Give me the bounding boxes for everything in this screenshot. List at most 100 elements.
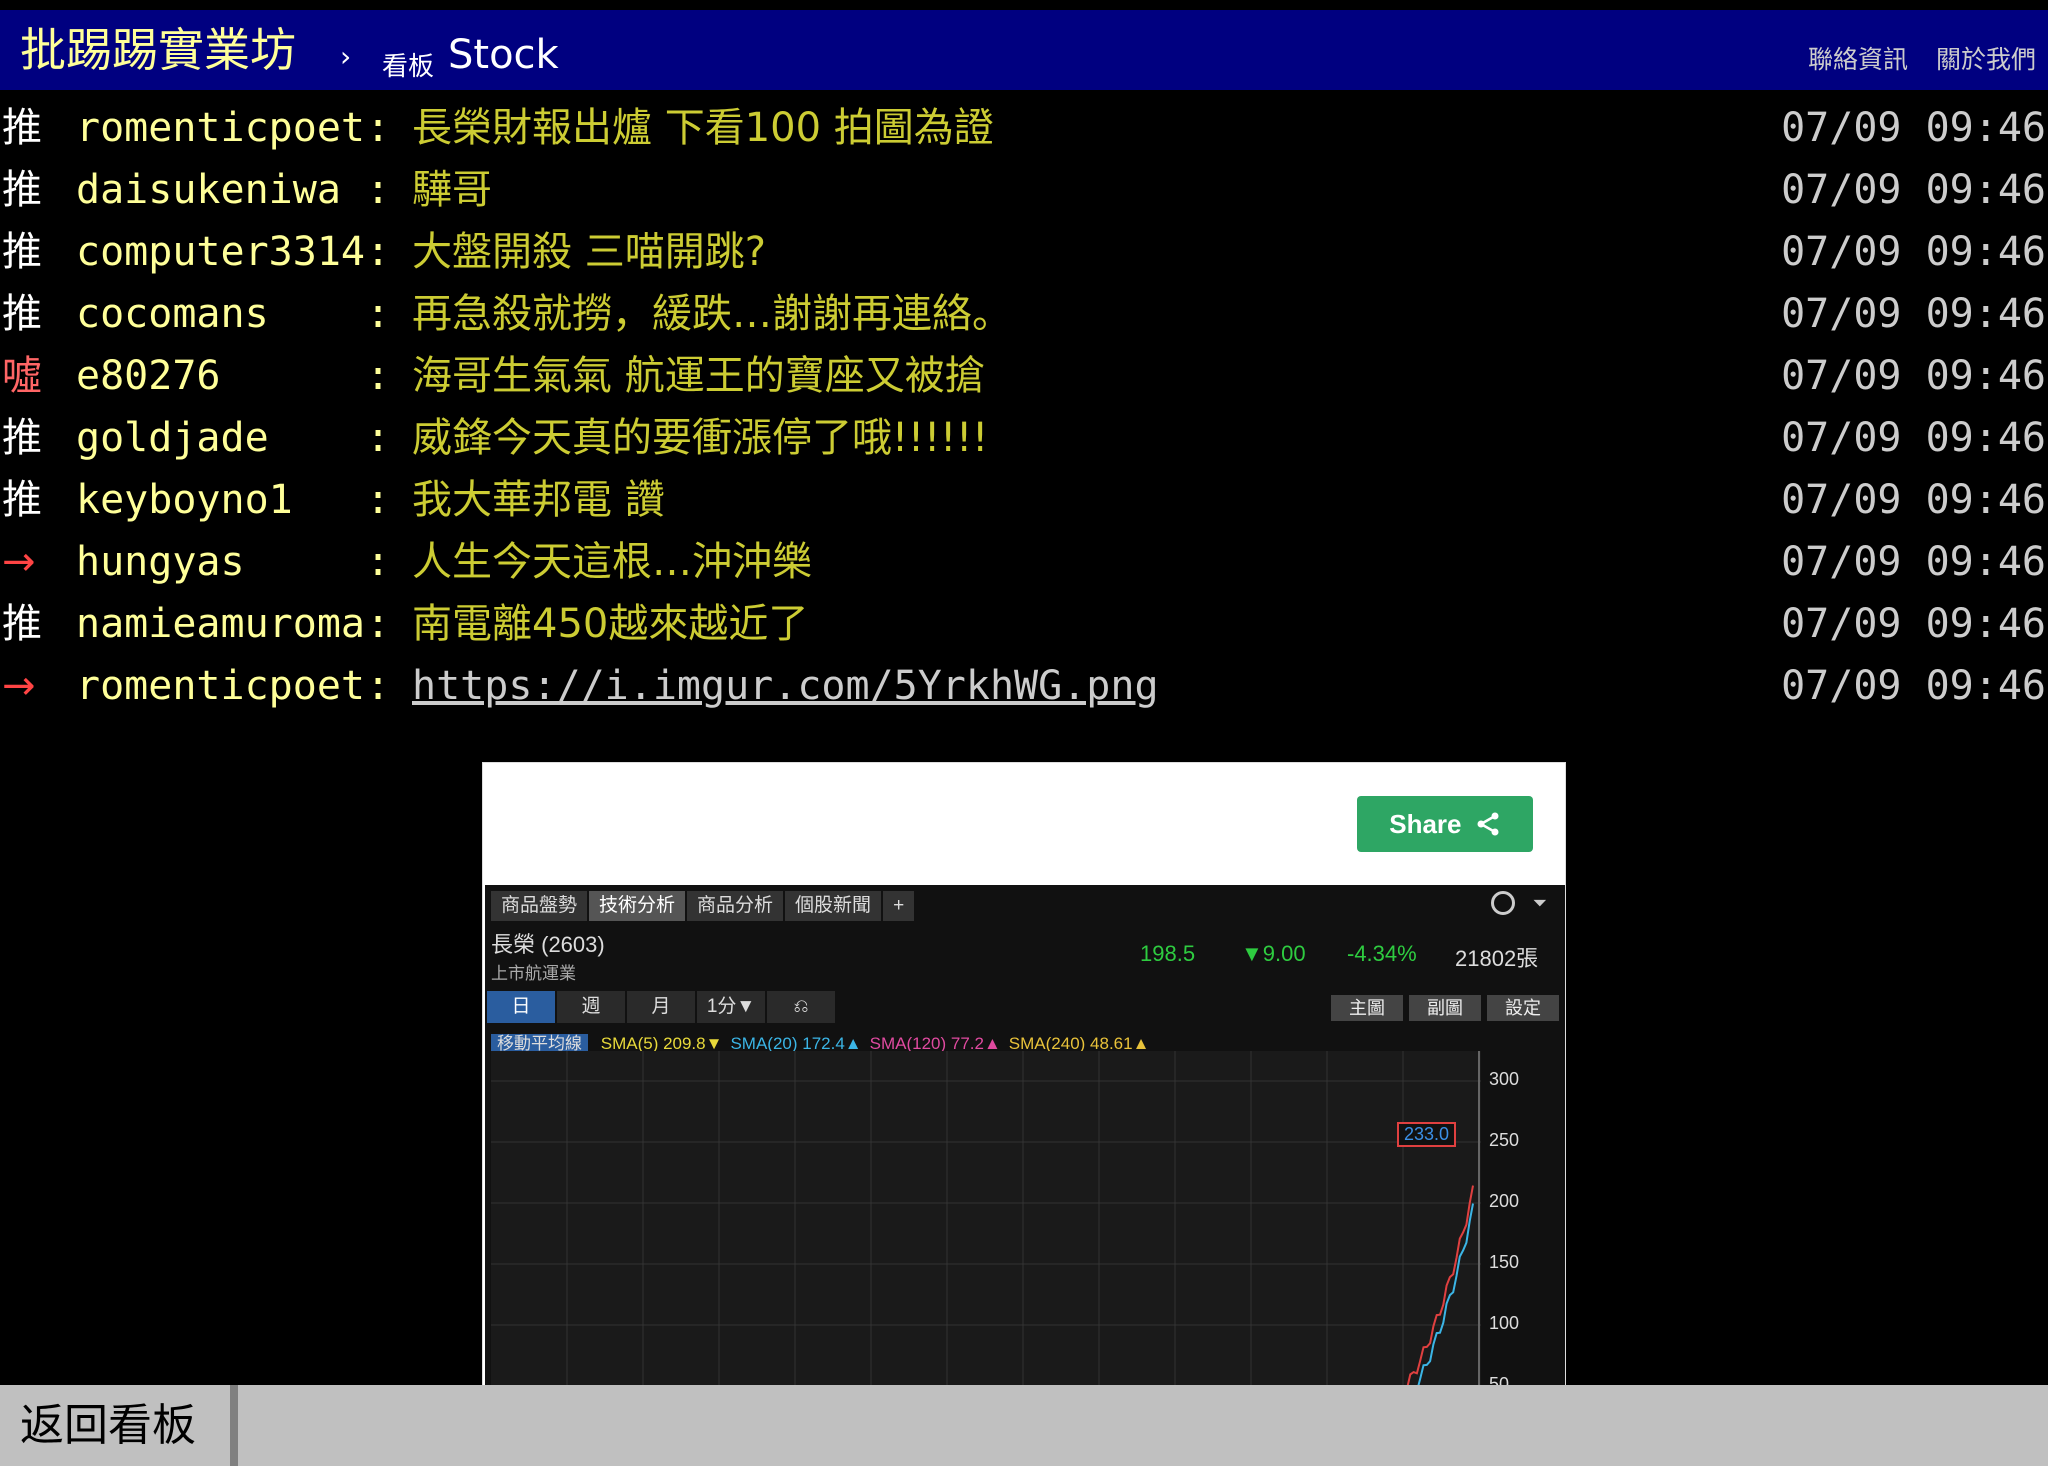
push-userid: computer3314 [76, 229, 365, 275]
push-colon: : [366, 229, 391, 275]
push-row: 推 keyboyno1: 我大華邦電 讚 07/09 09:46 [0, 469, 2048, 531]
period-button[interactable]: 日 [487, 991, 557, 1023]
push-colon: : [366, 663, 391, 709]
app-tab[interactable]: 商品盤勢 [491, 891, 590, 921]
app-tab[interactable]: 商品分析 [687, 891, 786, 921]
y-tick-label: 250 [1489, 1130, 1520, 1150]
push-row: 推 namieamuroma: 南電離450越來越近了 07/09 09:46 [0, 593, 2048, 655]
candlestick-chart [491, 1051, 1481, 1395]
push-datetime: 07/09 09:46 [1781, 477, 2046, 523]
share-button[interactable]: Share [1357, 796, 1533, 852]
chart-option-button[interactable]: 副圖 [1409, 995, 1481, 1021]
push-tag: 推 [2, 601, 42, 647]
push-text: 大盤開殺 三喵開跳? [412, 229, 766, 275]
about-link[interactable]: 關於我們 [1936, 45, 2036, 74]
period-button[interactable]: 週 [557, 991, 627, 1023]
push-userid: daisukeniwa [76, 167, 341, 213]
push-colon: : [366, 477, 391, 523]
push-tag: 推 [2, 291, 42, 337]
breadcrumb-separator: › [340, 40, 352, 73]
push-content: 我大華邦電 讚 [412, 469, 665, 531]
push-text: 驊哥 [412, 167, 492, 213]
top-bar: 批踢踢實業坊 › 看板 Stock 聯絡資訊 關於我們 [0, 10, 2048, 90]
push-tag: 推 [2, 415, 42, 461]
push-row: 推 romenticpoet: 長榮財報出爐 下看100 拍圖為證 07/09 09:… [0, 97, 2048, 159]
push-content: 長榮財報出爐 下看100 拍圖為證 [412, 97, 994, 159]
push-text: 長榮財報出爐 下看100 拍圖為證 [412, 105, 994, 151]
push-userid: romenticpoet [76, 105, 365, 151]
push-datetime: 07/09 09:46 [1781, 229, 2046, 275]
chart-option-button[interactable]: 設定 [1487, 995, 1559, 1021]
push-content: 南電離450越來越近了 [412, 593, 808, 655]
push-text: 海哥生氣氣 航運王的寶座又被搶 [412, 353, 985, 399]
period-selector: 日週月 1分▼ ⎌ [487, 991, 837, 1023]
push-link[interactable]: https://i.imgur.com/5YrkhWG.png [412, 663, 1159, 709]
push-row: 推 computer3314: 大盤開殺 三喵開跳? 07/09 09:46 [0, 221, 2048, 283]
push-content: 威鋒今天真的要衝漲停了哦!!!!!! [412, 407, 988, 469]
push-userid: hungyas [76, 539, 245, 585]
push-tag: 推 [2, 167, 42, 213]
push-colon: : [366, 167, 391, 213]
push-row: → romenticpoet: https://i.imgur.com/5YrkhW… [0, 655, 2048, 717]
push-text: 我大華邦電 讚 [412, 477, 665, 523]
push-tag: → [2, 663, 36, 709]
push-content: 大盤開殺 三喵開跳? [412, 221, 766, 283]
period-button[interactable]: ⎌ [767, 991, 837, 1023]
push-datetime: 07/09 09:46 [1781, 601, 2046, 647]
push-tag: 噓 [2, 353, 42, 399]
push-datetime: 07/09 09:46 [1781, 415, 2046, 461]
push-colon: : [366, 353, 391, 399]
chart-option-button[interactable]: 主圖 [1331, 995, 1403, 1021]
stock-change: ▼9.00 [1241, 941, 1306, 966]
push-row: 噓 e80276: 海哥生氣氣 航運王的寶座又被搶 07/09 09:46 [0, 345, 2048, 407]
push-datetime: 07/09 09:46 [1781, 105, 2046, 151]
y-tick-label: 100 [1489, 1313, 1520, 1333]
push-content: https://i.imgur.com/5YrkhWG.png [412, 655, 1159, 717]
push-text: 南電離450越來越近了 [412, 601, 809, 647]
push-text: 人生今天這根…沖沖樂 [412, 539, 812, 585]
push-content: 再急殺就撈，緩跌…謝謝再連絡。 [412, 283, 1012, 345]
app-tab[interactable]: 技術分析 [589, 891, 688, 921]
push-colon: : [366, 539, 391, 585]
y-tick-label: 150 [1489, 1252, 1520, 1272]
push-tag: 推 [2, 229, 42, 275]
push-row: 推 goldjade: 威鋒今天真的要衝漲停了哦!!!!!! 07/09 09:46 [0, 407, 2048, 469]
share-icon [1477, 812, 1499, 836]
share-label: Share [1389, 809, 1462, 839]
plot-background [491, 1051, 1481, 1395]
push-content: 驊哥 [412, 159, 492, 221]
push-colon: : [366, 105, 391, 151]
push-datetime: 07/09 09:46 [1781, 353, 2046, 399]
push-content: 海哥生氣氣 航運王的寶座又被搶 [412, 345, 985, 407]
chart-buttons: 主圖 副圖 設定 [1325, 995, 1559, 1021]
board-name-link[interactable]: Stock [448, 32, 559, 78]
push-userid: namieamuroma [76, 601, 365, 647]
push-userid: e80276 [76, 353, 221, 399]
search-icon [1491, 891, 1515, 915]
stock-price: 198.5 [1140, 941, 1196, 966]
app-tab[interactable]: + [883, 891, 917, 921]
push-colon: : [366, 601, 391, 647]
push-row: → hungyas: 人生今天這根…沖沖樂 07/09 09:46 [0, 531, 2048, 593]
stock-app-screenshot: 商品盤勢 技術分析 商品分析 個股新聞 + ⏷ 長榮 (2603) 上市航運業 198.… [485, 885, 1565, 1395]
push-datetime: 07/09 09:46 [1781, 663, 2046, 709]
board-label: 看板 [382, 52, 435, 82]
contact-link[interactable]: 聯絡資訊 [1808, 45, 1908, 74]
back-to-board-button[interactable]: 返回看板 [0, 1385, 238, 1466]
stock-name: 長榮 (2603) [491, 932, 605, 957]
top-links: 聯絡資訊 關於我們 [1788, 40, 2036, 76]
push-content: 人生今天這根…沖沖樂 [412, 531, 812, 593]
push-userid: goldjade [76, 415, 269, 461]
embedded-image-card: Share 商品盤勢 技術分析 商品分析 個股新聞 + ⏷ 長榮 (2603) 上市航運… [482, 762, 1566, 1396]
push-colon: : [366, 415, 391, 461]
period-button[interactable]: 月 [627, 991, 697, 1023]
push-row: 推 cocomans: 再急殺就撈，緩跌…謝謝再連絡。 07/09 09:46 [0, 283, 2048, 345]
app-tab[interactable]: 個股新聞 [785, 891, 884, 921]
stock-volume: 21802張 [1455, 946, 1539, 971]
site-brand-link[interactable]: 批踢踢實業坊 [20, 22, 296, 78]
push-userid: cocomans [76, 291, 269, 337]
period-button[interactable]: 1分▼ [697, 991, 767, 1023]
push-datetime: 07/09 09:46 [1781, 167, 2046, 213]
peak-price-label: 233.0 [1397, 1122, 1457, 1147]
stock-change-pct: -4.34% [1347, 941, 1417, 966]
